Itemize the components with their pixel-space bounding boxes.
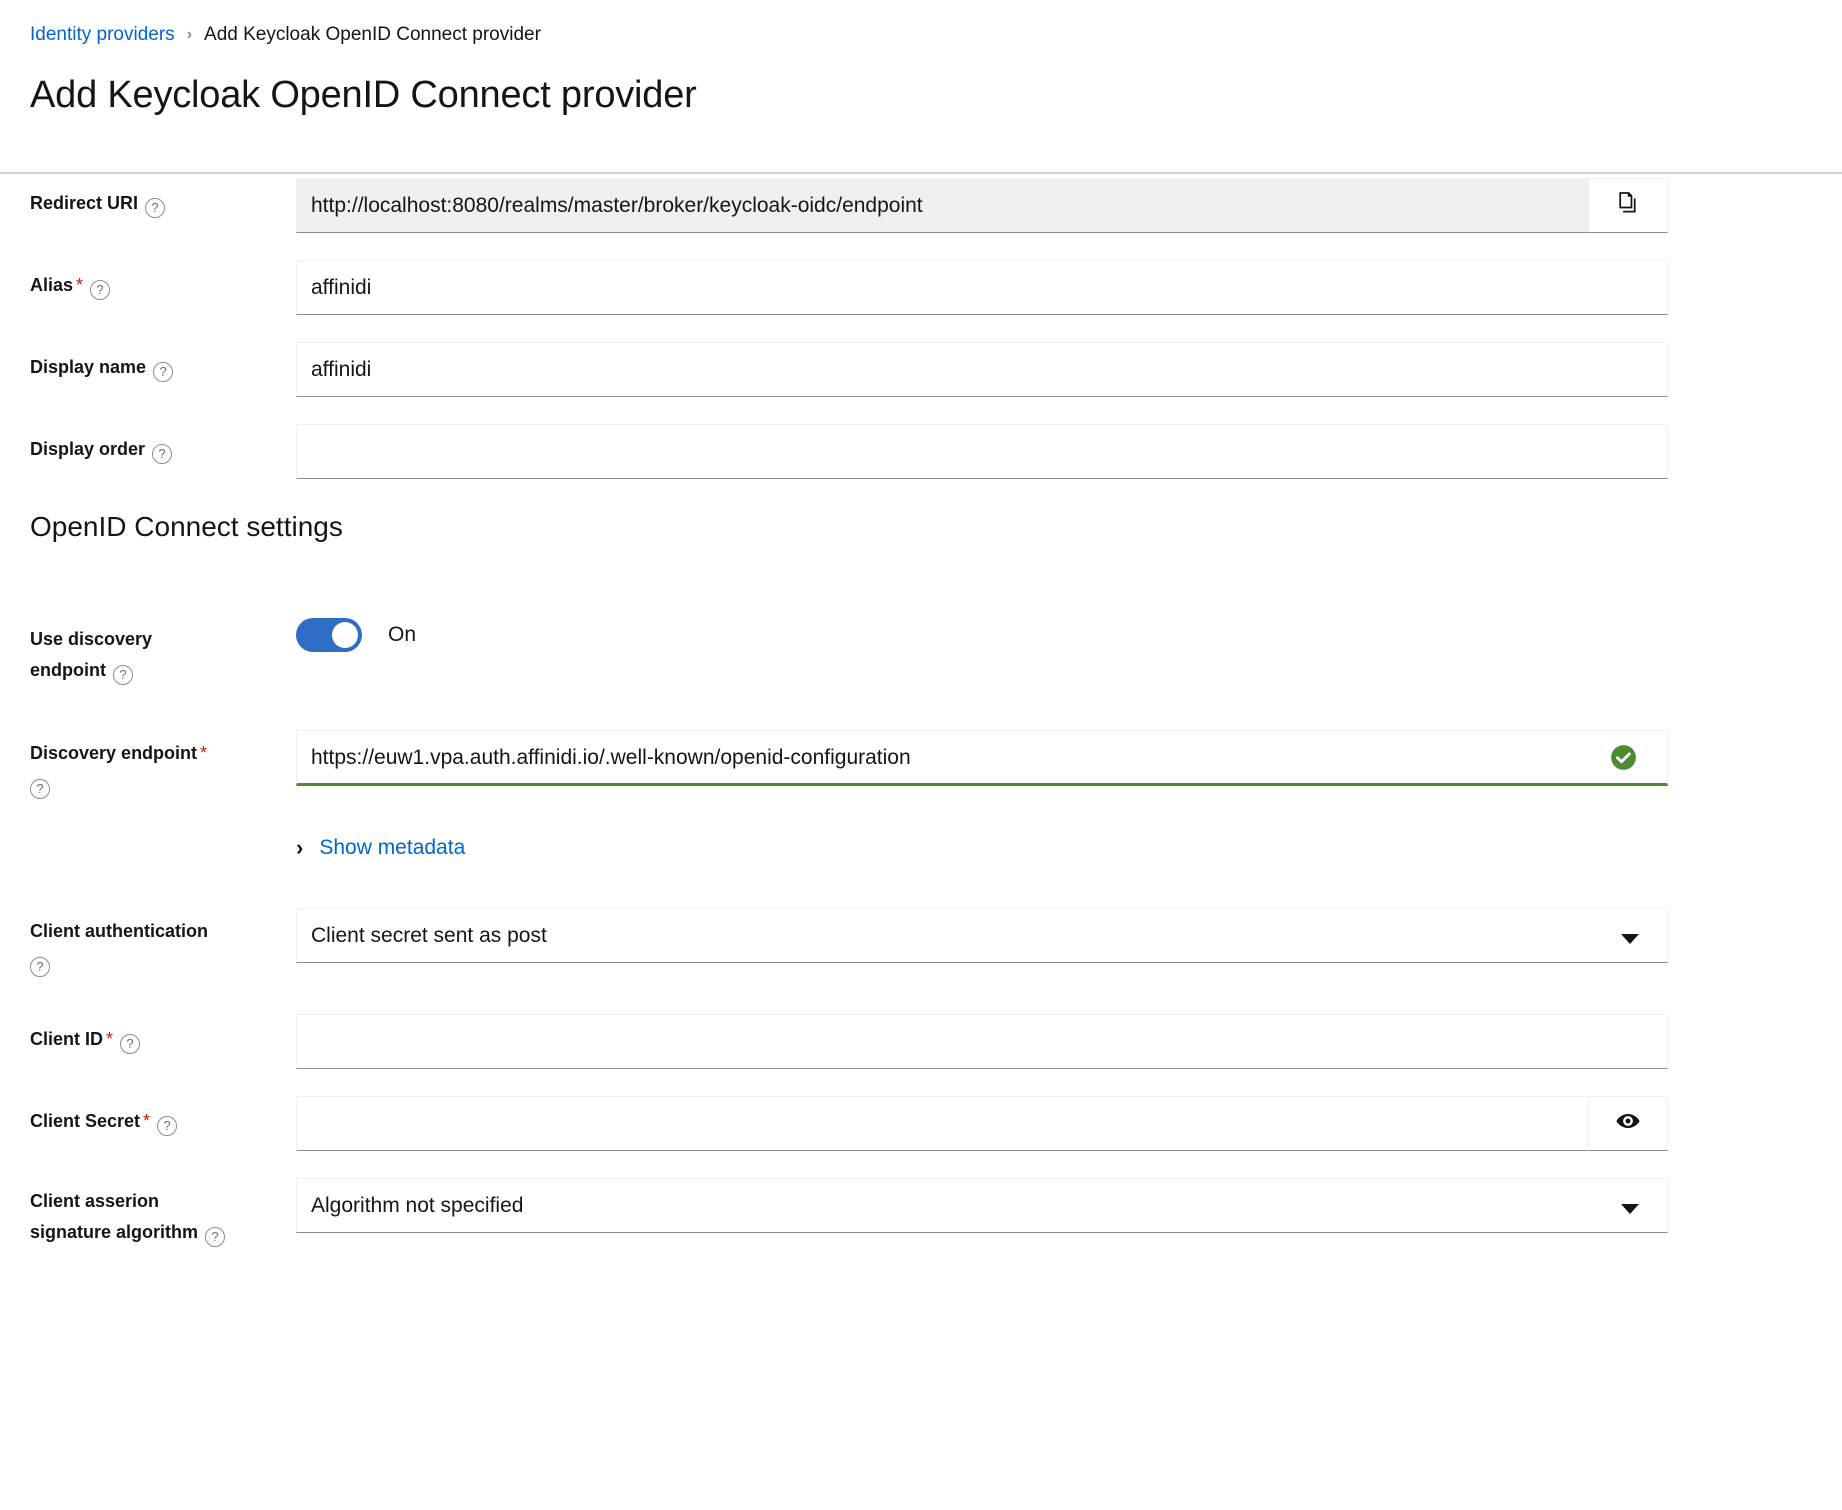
chevron-right-icon: › (296, 837, 303, 859)
display-order-input[interactable] (296, 424, 1668, 479)
discovery-endpoint-input[interactable]: https://euw1.vpa.auth.affinidi.io/.well-… (296, 730, 1668, 786)
help-icon-display-name[interactable]: ? (153, 362, 173, 382)
label-discovery-endpoint-text: Discovery endpoint (30, 743, 197, 763)
show-metadata-label: Show metadata (319, 835, 465, 861)
help-icon-use-discovery-endpoint[interactable]: ? (113, 665, 133, 685)
chevron-down-icon (1621, 1204, 1639, 1214)
client-id-input[interactable] (296, 1014, 1668, 1069)
breadcrumb-separator-icon: › (187, 24, 192, 46)
client-authentication-select[interactable]: Client secret sent as post (296, 908, 1668, 963)
required-marker-discovery-endpoint: * (200, 743, 207, 763)
help-icon-alias[interactable]: ? (90, 280, 110, 300)
breadcrumb-link-identity-providers[interactable]: Identity providers (30, 24, 175, 46)
label-display-name: Display name? (30, 352, 280, 383)
check-circle-icon (1610, 744, 1637, 771)
toggle-knob (332, 622, 358, 648)
label-client-secret-text: Client Secret (30, 1111, 140, 1131)
required-marker-client-secret: * (143, 1111, 150, 1131)
label-redirect-uri: Redirect URI? (30, 188, 280, 219)
label-client-assertion-signature-algorithm: Client asserion signature algorithm? (30, 1186, 300, 1248)
copy-icon (1615, 190, 1641, 221)
eye-icon (1615, 1108, 1641, 1139)
header-divider (0, 172, 1842, 174)
help-icon-client-id[interactable]: ? (120, 1034, 140, 1054)
required-marker-alias: * (76, 275, 83, 295)
label-use-discovery-endpoint: Use discovery endpoint? (30, 624, 280, 686)
help-icon-display-order[interactable]: ? (152, 444, 172, 464)
label-client-id-text: Client ID (30, 1029, 103, 1049)
breadcrumb-current: Add Keycloak OpenID Connect provider (204, 24, 541, 46)
label-client-authentication-text: Client authentication (30, 921, 208, 941)
label-use-discovery-endpoint-line1: Use discovery (30, 629, 152, 649)
label-client-id: Client ID*? (30, 1024, 280, 1055)
show-metadata-toggle[interactable]: › Show metadata (296, 835, 465, 861)
label-display-order-text: Display order (30, 439, 145, 459)
label-use-discovery-endpoint-line2: endpoint (30, 660, 106, 680)
use-discovery-endpoint-toggle[interactable] (296, 618, 362, 652)
label-redirect-uri-text: Redirect URI (30, 193, 138, 213)
required-marker-client-id: * (106, 1029, 113, 1049)
section-title-openid-connect-settings: OpenID Connect settings (30, 510, 343, 544)
label-client-secret: Client Secret*? (30, 1106, 280, 1137)
label-display-name-text: Display name (30, 357, 146, 377)
label-client-authentication: Client authentication ? (30, 916, 290, 978)
client-assertion-signature-algorithm-select[interactable]: Algorithm not specified (296, 1178, 1668, 1233)
client-authentication-selected-value: Client secret sent as post (311, 924, 547, 947)
client-secret-input[interactable] (296, 1096, 1588, 1151)
use-discovery-endpoint-state-label: On (388, 618, 416, 652)
help-icon-client-assertion-signature-algorithm[interactable]: ? (205, 1227, 225, 1247)
alias-input[interactable]: affinidi (296, 260, 1668, 315)
label-display-order: Display order? (30, 434, 280, 465)
label-client-assertion-line2: signature algorithm (30, 1222, 198, 1242)
help-icon-client-authentication[interactable]: ? (30, 957, 50, 977)
label-alias: Alias*? (30, 270, 280, 301)
copy-redirect-uri-button[interactable] (1588, 178, 1668, 233)
help-icon-discovery-endpoint[interactable]: ? (30, 779, 50, 799)
label-alias-text: Alias (30, 275, 73, 295)
label-discovery-endpoint: Discovery endpoint* ? (30, 738, 280, 800)
page-title: Add Keycloak OpenID Connect provider (30, 72, 697, 118)
label-client-assertion-line1: Client asserion (30, 1191, 159, 1211)
reveal-client-secret-button[interactable] (1588, 1096, 1668, 1151)
help-icon-redirect-uri[interactable]: ? (145, 198, 165, 218)
help-icon-client-secret[interactable]: ? (157, 1116, 177, 1136)
client-assertion-selected-value: Algorithm not specified (311, 1194, 523, 1217)
breadcrumb: Identity providers › Add Keycloak OpenID… (30, 24, 541, 46)
display-name-input[interactable]: affinidi (296, 342, 1668, 397)
chevron-down-icon (1621, 934, 1639, 944)
redirect-uri-input: http://localhost:8080/realms/master/brok… (296, 178, 1588, 233)
